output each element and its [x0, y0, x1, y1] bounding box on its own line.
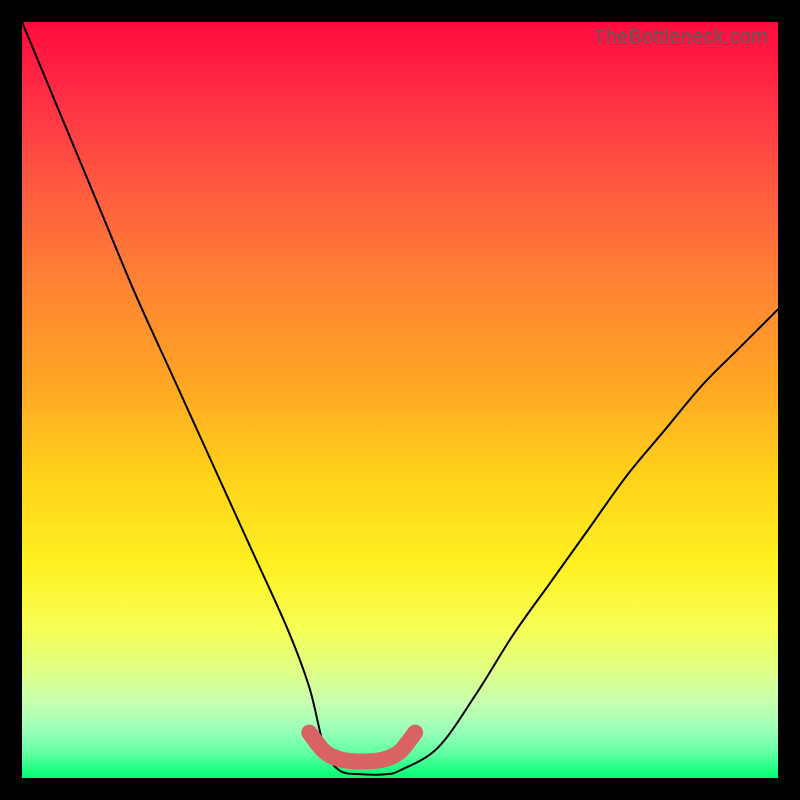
- optimal-band-marker: [309, 733, 415, 762]
- bottleneck-curve: [22, 22, 778, 775]
- plot-area: TheBottleneck.com: [22, 22, 778, 778]
- curve-overlay: [22, 22, 778, 778]
- chart-frame: TheBottleneck.com: [0, 0, 800, 800]
